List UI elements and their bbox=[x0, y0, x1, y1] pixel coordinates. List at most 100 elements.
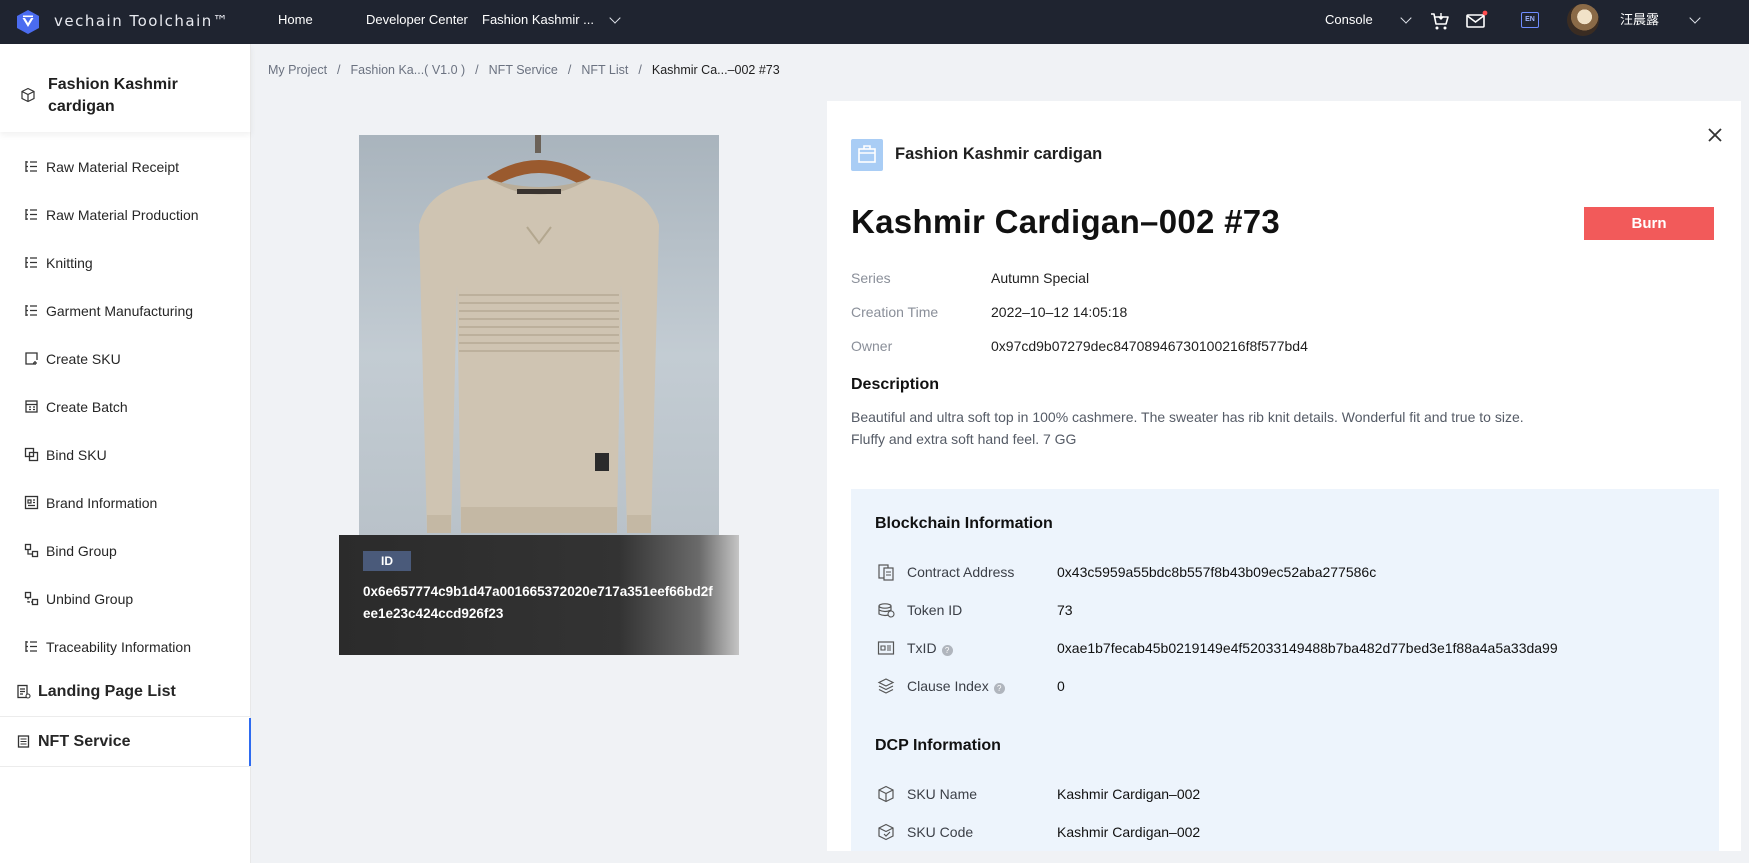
sidebar-item-knitting[interactable]: Knitting bbox=[0, 239, 251, 287]
cube-icon bbox=[21, 87, 35, 103]
description-title: Description bbox=[851, 376, 940, 393]
landing-page-icon bbox=[17, 684, 31, 699]
top-navigation-bar: vechain Toolchain™ Home Developer Center… bbox=[0, 0, 1749, 44]
batch-icon bbox=[25, 400, 38, 413]
sidebar-item-garment-manufacturing[interactable]: Garment Manufacturing bbox=[0, 287, 251, 335]
breadcrumb-separator: / bbox=[638, 63, 642, 77]
clause-index-icon bbox=[877, 678, 895, 694]
breadcrumb-nft-list[interactable]: NFT List bbox=[581, 63, 628, 77]
nft-service-icon bbox=[17, 735, 30, 748]
sidebar-item-traceability-information[interactable]: Traceability Information bbox=[0, 623, 251, 671]
chevron-down-icon[interactable] bbox=[1400, 12, 1412, 24]
sidebar-item-landing-page-list[interactable]: Landing Page List bbox=[0, 668, 251, 716]
help-icon[interactable]: ? bbox=[941, 645, 953, 656]
mail-icon[interactable] bbox=[1464, 9, 1488, 33]
sku-name-value: Kashmir Cardigan–002 bbox=[1057, 786, 1201, 802]
process-list-icon bbox=[25, 209, 37, 220]
token-id-value: 73 bbox=[1057, 602, 1073, 618]
nft-detail-panel: Fashion Kashmir cardigan Kashmir Cardiga… bbox=[827, 101, 1741, 851]
brand-name[interactable]: vechain Toolchain™ bbox=[54, 12, 229, 30]
sidebar-item-label: Brand Information bbox=[46, 495, 158, 511]
breadcrumb-nft-service[interactable]: NFT Service bbox=[489, 63, 558, 77]
sidebar-item-bind-group[interactable]: Bind Group bbox=[0, 527, 251, 575]
creation-time-label: Creation Time bbox=[851, 304, 939, 320]
collection-name: Fashion Kashmir cardigan bbox=[895, 145, 1103, 163]
dcp-info-title: DCP Information bbox=[875, 737, 1001, 754]
sidebar-item-raw-material-receipt[interactable]: Raw Material Receipt bbox=[0, 143, 251, 191]
owner-value: 0x97cd9b07279dec84708946730100216f8f577b… bbox=[991, 338, 1308, 354]
txid-label-text: TxID bbox=[907, 640, 937, 656]
vechain-logo-icon[interactable] bbox=[14, 8, 42, 36]
sidebar: Fashion Kashmir cardigan Raw Material Re… bbox=[0, 44, 251, 863]
project-header: Fashion Kashmir cardigan bbox=[0, 44, 251, 132]
create-sku-icon bbox=[25, 352, 38, 365]
sidebar-item-label: Raw Material Receipt bbox=[46, 159, 180, 175]
id-tag: ID bbox=[363, 551, 411, 571]
sidebar-item-label: Bind Group bbox=[46, 543, 117, 559]
info-box: Blockchain Information Contract Address … bbox=[851, 489, 1719, 851]
nft-id-card: ID 0x6e657774c9b1d47a001665372020e717a35… bbox=[339, 535, 739, 655]
sidebar-item-label: Landing Page List bbox=[38, 683, 176, 700]
sku-code-value: Kashmir Cardigan–002 bbox=[1057, 824, 1201, 840]
breadcrumb-current: Kashmir Ca...–002 #73 bbox=[651, 63, 780, 77]
series-label: Series bbox=[851, 270, 891, 286]
nft-title: Kashmir Cardigan–002 #73 bbox=[851, 203, 1281, 240]
nav-home[interactable]: Home bbox=[278, 0, 313, 44]
sidebar-item-brand-information[interactable]: Brand Information bbox=[0, 479, 251, 527]
series-value: Autumn Special bbox=[991, 270, 1090, 286]
sidebar-item-label: Knitting bbox=[46, 255, 93, 271]
nav-developer-center[interactable]: Developer Center bbox=[366, 0, 468, 44]
process-list-icon bbox=[25, 641, 37, 652]
description-text: Beautiful and ultra soft top in 100% cas… bbox=[851, 409, 1524, 447]
sidebar-divider bbox=[0, 716, 251, 717]
blockchain-info-title: Blockchain Information bbox=[875, 515, 1053, 532]
sku-code-icon bbox=[878, 823, 894, 841]
bind-group-icon bbox=[24, 543, 39, 558]
help-icon[interactable]: ? bbox=[993, 683, 1005, 694]
breadcrumb-separator: / bbox=[567, 63, 572, 77]
username[interactable]: 汪晨露 bbox=[1620, 0, 1659, 40]
chevron-down-icon[interactable] bbox=[1689, 12, 1701, 24]
sidebar-item-label: NFT Service bbox=[38, 733, 131, 750]
unbind-group-icon bbox=[24, 591, 39, 606]
sidebar-item-create-sku[interactable]: Create SKU bbox=[0, 335, 251, 383]
contract-address-label: Contract Address bbox=[907, 564, 1015, 580]
sidebar-item-unbind-group[interactable]: Unbind Group bbox=[0, 575, 251, 623]
sidebar-item-nft-service[interactable]: NFT Service bbox=[0, 718, 251, 766]
txid-value: 0xae1b7fecab45b0219149e4f52033149488b7ba… bbox=[1057, 640, 1558, 656]
contract-address-value: 0x43c5959a55bdc8b557f8b43b09ec52aba27758… bbox=[1057, 564, 1377, 580]
breadcrumb-separator: / bbox=[337, 63, 341, 77]
owner-label: Owner bbox=[851, 338, 893, 354]
language-switch[interactable]: EN bbox=[1521, 12, 1539, 28]
clause-index-label-text: Clause Index bbox=[907, 678, 989, 694]
breadcrumb-separator: / bbox=[475, 63, 479, 77]
avatar[interactable] bbox=[1567, 4, 1599, 36]
sidebar-item-create-batch[interactable]: Create Batch bbox=[0, 383, 251, 431]
project-selector[interactable]: Fashion Kashmir ... bbox=[482, 0, 594, 44]
collection-icon bbox=[851, 139, 883, 171]
sweater-illustration bbox=[419, 135, 659, 533]
contract-icon bbox=[878, 564, 894, 581]
token-id-label: Token ID bbox=[907, 602, 963, 618]
breadcrumb-project[interactable]: Fashion Ka...( V1.0 ) bbox=[351, 63, 466, 77]
burn-button[interactable]: Burn bbox=[1584, 207, 1714, 240]
creation-time-value: 2022–10–12 14:05:18 bbox=[991, 304, 1128, 320]
cart-icon[interactable] bbox=[1428, 9, 1452, 33]
process-list-icon bbox=[25, 305, 37, 316]
process-list-icon bbox=[25, 161, 37, 172]
sidebar-item-bind-sku[interactable]: Bind SKU bbox=[0, 431, 251, 479]
chevron-down-icon[interactable] bbox=[609, 12, 621, 24]
sidebar-item-label: Garment Manufacturing bbox=[46, 303, 194, 319]
token-icon bbox=[878, 603, 895, 618]
sidebar-item-label: Bind SKU bbox=[46, 447, 107, 463]
nft-id-value: 0x6e657774c9b1d47a001665372020e717a351ee… bbox=[363, 584, 713, 621]
sidebar-item-label: Create Batch bbox=[46, 399, 128, 415]
sidebar-item-raw-material-production[interactable]: Raw Material Production bbox=[0, 191, 251, 239]
sidebar-divider bbox=[0, 766, 251, 767]
clause-index-value: 0 bbox=[1057, 678, 1065, 694]
project-name: Fashion Kashmir cardigan bbox=[48, 76, 178, 115]
clause-index-label: Clause Index? bbox=[907, 678, 1005, 694]
nav-console[interactable]: Console bbox=[1325, 0, 1373, 44]
close-icon[interactable] bbox=[1706, 126, 1724, 144]
breadcrumb-my-project[interactable]: My Project bbox=[268, 63, 327, 77]
